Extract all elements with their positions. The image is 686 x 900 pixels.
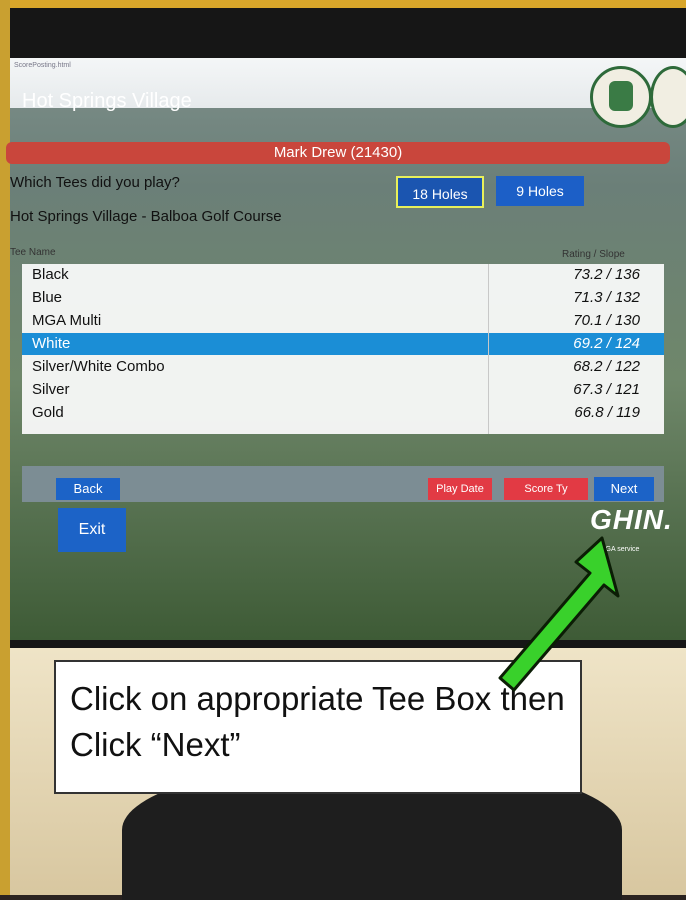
page-title: Hot Springs Village	[22, 90, 192, 112]
instruction-text: Click on appropriate Tee Box then Click …	[70, 680, 565, 763]
column-divider	[488, 264, 489, 434]
tee-row-blue[interactable]: Blue 71.3 / 132	[22, 287, 664, 309]
tee-question: Which Tees did you play?	[10, 174, 180, 191]
tee-row-white-selected[interactable]: White 69.2 / 124	[22, 333, 664, 355]
tee-name: MGA Multi	[32, 312, 102, 329]
tee-row-gold[interactable]: Gold 66.8 / 119	[22, 402, 664, 424]
9-holes-button[interactable]: 9 Holes	[496, 176, 584, 206]
tee-table: Black 73.2 / 136 Blue 71.3 / 132 MGA Mul…	[22, 264, 664, 434]
next-button[interactable]: Next	[594, 477, 654, 501]
tee-rating-slope: 73.2 / 136	[573, 266, 640, 283]
tee-name: Black	[32, 266, 69, 283]
tee-rating-slope: 70.1 / 130	[573, 312, 640, 329]
column-header-tee: Tee Name	[10, 247, 56, 258]
association-logo	[590, 66, 652, 128]
column-header-rating: Rating / Slope	[562, 249, 625, 260]
score-type-button[interactable]: Score Ty	[504, 478, 588, 500]
url-bar[interactable]: ScorePosting.html	[14, 62, 71, 69]
player-name-bar: Mark Drew (21430)	[6, 142, 670, 164]
usga-tagline: a USGA service	[590, 546, 640, 553]
tee-rating-slope: 66.8 / 119	[574, 404, 640, 421]
exit-button[interactable]: Exit	[58, 508, 126, 552]
tee-row-mga-multi[interactable]: MGA Multi 70.1 / 130	[22, 310, 664, 332]
tee-name: Blue	[32, 289, 63, 306]
tee-name: White	[32, 335, 71, 352]
tee-rating-slope: 69.2 / 124	[573, 335, 640, 352]
ghin-logo: GHIN.	[590, 504, 673, 535]
tee-row-silver-white-combo[interactable]: Silver/White Combo 68.2 / 122	[22, 356, 664, 378]
golf-bag-icon	[609, 81, 633, 111]
instruction-callout: Click on appropriate Tee Box then Click …	[54, 660, 582, 794]
tee-rating-slope: 71.3 / 132	[573, 289, 640, 306]
18-holes-button[interactable]: 18 Holes	[396, 176, 484, 208]
tee-row-silver[interactable]: Silver 67.3 / 121	[22, 379, 664, 401]
back-button[interactable]: Back	[56, 478, 120, 500]
tee-rating-slope: 68.2 / 122	[573, 358, 640, 375]
tee-name: Silver	[32, 381, 70, 398]
tee-name: Gold	[32, 404, 64, 421]
tee-name: Silver/White Combo	[32, 358, 165, 375]
tee-rating-slope: 67.3 / 121	[573, 381, 640, 398]
photo-frame-left	[0, 0, 10, 895]
play-date-button[interactable]: Play Date	[428, 478, 492, 500]
tee-row-black[interactable]: Black 73.2 / 136	[22, 264, 664, 286]
course-name: Hot Springs Village - Balboa Golf Course	[10, 208, 282, 225]
photo-frame-top	[0, 0, 686, 8]
